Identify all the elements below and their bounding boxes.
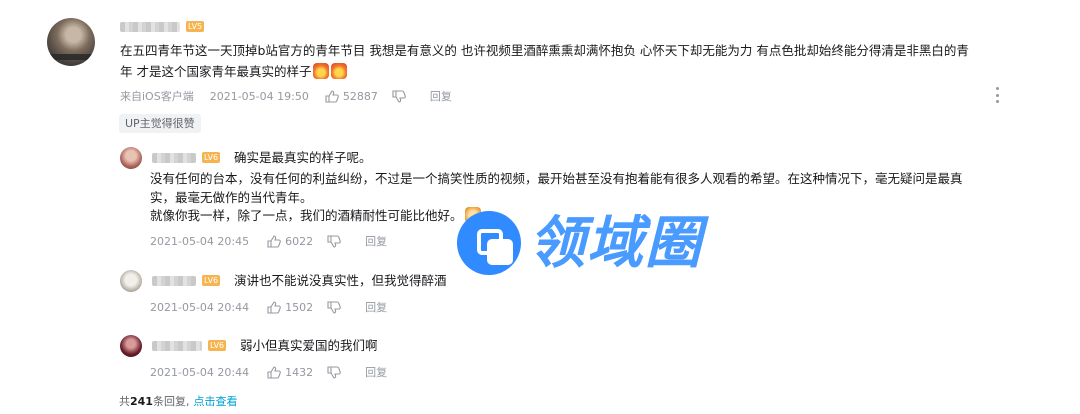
- like-button[interactable]: 1432: [267, 366, 313, 379]
- reply-text-line-1: 演讲也不能说没真实性，但我觉得醉酒: [234, 273, 447, 288]
- reply-avatar[interactable]: [120, 147, 142, 169]
- reply-count: 241: [130, 395, 153, 408]
- reply-count-footer: 共241条回复, 点击查看: [119, 393, 237, 409]
- like-button[interactable]: 52887: [325, 90, 378, 103]
- reply-text-line-2: 没有任何的台本，没有任何的利益纠纷，不过是一个搞笑性质的视频，最开始甚至没有抱着…: [150, 171, 963, 186]
- timestamp: 2021-05-04 20:45: [150, 234, 250, 248]
- fire-emoji: [331, 63, 348, 79]
- up-liked-tag: UP主觉得很赞: [119, 114, 201, 133]
- fire-emoji: [313, 63, 330, 79]
- level-badge: LV5: [186, 21, 205, 32]
- comment-text-line-1: 在五四青年节这一天顶掉b站官方的青年节目 我想是有意义的 也许视频里酒醉熏熏却满…: [120, 43, 969, 58]
- like-button[interactable]: 6022: [267, 235, 313, 248]
- reply-meta: 2021-05-04 20:45 6022 回复: [150, 233, 387, 249]
- level-badge: LV6: [202, 152, 221, 163]
- reply-meta: 2021-05-04 20:44 1502 回复: [150, 299, 387, 315]
- thumbs-down-icon[interactable]: [327, 300, 341, 314]
- source-text: 来自iOS客户端: [120, 90, 194, 103]
- reply-text-line-4: 就像你我一样，除了一点，我们的酒精耐性可能比他好。: [150, 205, 481, 226]
- footer-prefix: 共: [119, 395, 130, 408]
- reply-avatar[interactable]: [120, 270, 142, 292]
- thumbs-up-icon: [267, 300, 281, 314]
- timestamp: 2021-05-04 20:44: [150, 365, 250, 379]
- reply-button[interactable]: 回复: [365, 233, 387, 249]
- watermark-logo: 领域圈: [451, 207, 751, 281]
- reply-text: 就像你我一样，除了一点，我们的酒精耐性可能比他好。: [150, 208, 463, 223]
- timestamp: 2021-05-04 19:50: [209, 89, 309, 103]
- thumbs-down-icon[interactable]: [327, 234, 341, 248]
- timestamp: 2021-05-04 20:44: [150, 300, 250, 314]
- reply-text-line-1: 弱小但真实爱国的我们啊: [240, 338, 378, 353]
- thumbs-down-icon[interactable]: [392, 89, 406, 103]
- thumbs-up-icon: [267, 234, 281, 248]
- comment-text-line-2: 年 才是这个国家青年最真实的样子: [120, 61, 348, 82]
- reply-avatar[interactable]: [120, 335, 142, 357]
- level-badge: LV6: [208, 340, 227, 351]
- more-options-icon[interactable]: [994, 87, 1000, 103]
- comment-meta: 来自iOS客户端 2021-05-04 19:50 52887 回复: [120, 88, 452, 104]
- user-avatar[interactable]: [47, 18, 95, 66]
- thumbs-up-icon: [325, 89, 339, 103]
- reply-text-line-1: 确实是最真实的样子呢。: [234, 150, 372, 165]
- reply-username-blurred[interactable]: [152, 276, 196, 286]
- thumbs-up-icon: [267, 365, 281, 379]
- reply-button[interactable]: 回复: [365, 299, 387, 315]
- watermark-text: 领域圈: [529, 211, 703, 276]
- username-blurred[interactable]: [120, 22, 180, 32]
- footer-suffix: 条回复,: [152, 395, 190, 408]
- reply-button[interactable]: 回复: [365, 364, 387, 380]
- like-button[interactable]: 1502: [267, 301, 313, 314]
- like-count: 1432: [285, 365, 314, 379]
- like-count: 6022: [285, 234, 314, 248]
- reply-button[interactable]: 回复: [430, 88, 452, 104]
- reply-username-blurred[interactable]: [152, 153, 196, 163]
- reply-username-blurred[interactable]: [152, 341, 202, 351]
- like-count: 52887: [342, 89, 378, 103]
- thumbs-down-icon[interactable]: [327, 365, 341, 379]
- like-count: 1502: [285, 300, 314, 314]
- watermark-icon: [457, 211, 521, 275]
- view-replies-link[interactable]: 点击查看: [193, 395, 237, 408]
- comment-text: 年 才是这个国家青年最真实的样子: [120, 64, 312, 79]
- level-badge: LV6: [202, 275, 221, 286]
- reply-meta: 2021-05-04 20:44 1432 回复: [150, 364, 387, 380]
